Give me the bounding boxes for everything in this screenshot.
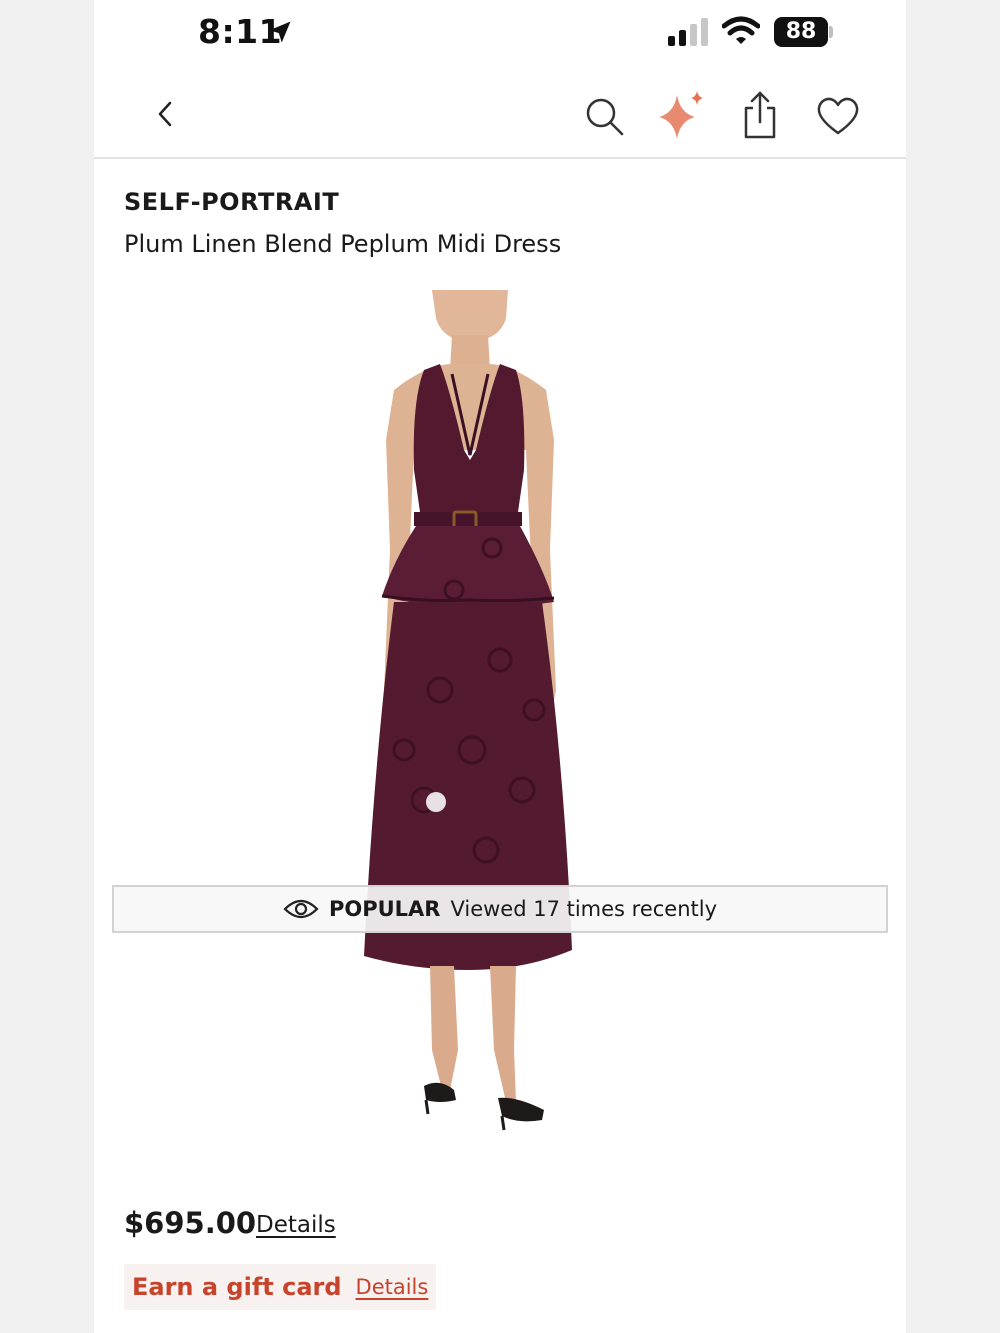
phone-screen: 8:11 88 SELF-PORTRAIT Plum Linen Blend P…	[94, 0, 906, 1333]
gift-card-details-link[interactable]: Details	[356, 1275, 429, 1299]
popular-banner: POPULAR Viewed 17 times recently	[112, 885, 888, 933]
status-bar: 8:11 88	[94, 0, 906, 66]
search-button[interactable]	[582, 94, 628, 140]
cellular-signal-icon	[668, 18, 708, 46]
share-icon	[744, 91, 776, 139]
battery-tip	[829, 26, 833, 38]
product-title: Plum Linen Blend Peplum Midi Dress	[124, 230, 562, 258]
price: $695.00	[124, 1206, 257, 1240]
product-image[interactable]	[254, 290, 694, 1168]
left-backdrop	[0, 0, 94, 1333]
gift-card-label: Earn a gift card	[132, 1273, 342, 1301]
ai-assistant-button[interactable]	[654, 88, 710, 144]
price-details-link[interactable]: Details	[256, 1212, 336, 1238]
popular-label: POPULAR	[328, 897, 441, 921]
wifi-icon	[722, 16, 760, 44]
location-arrow-icon	[269, 21, 291, 43]
brand-name[interactable]: SELF-PORTRAIT	[124, 188, 339, 216]
share-button[interactable]	[738, 88, 782, 142]
popular-text: Viewed 17 times recently	[450, 897, 718, 921]
back-button[interactable]	[146, 94, 186, 134]
nav-bar	[94, 66, 906, 159]
gift-card-promo: Earn a gift card Details	[124, 1264, 437, 1310]
heart-icon	[817, 97, 859, 135]
favorite-button[interactable]	[814, 94, 862, 138]
back-icon	[158, 101, 172, 127]
eye-icon	[283, 899, 319, 919]
right-backdrop	[906, 0, 1000, 1333]
battery-level: 88	[774, 17, 828, 47]
search-icon	[586, 98, 624, 136]
sparkle-icon	[659, 91, 703, 139]
